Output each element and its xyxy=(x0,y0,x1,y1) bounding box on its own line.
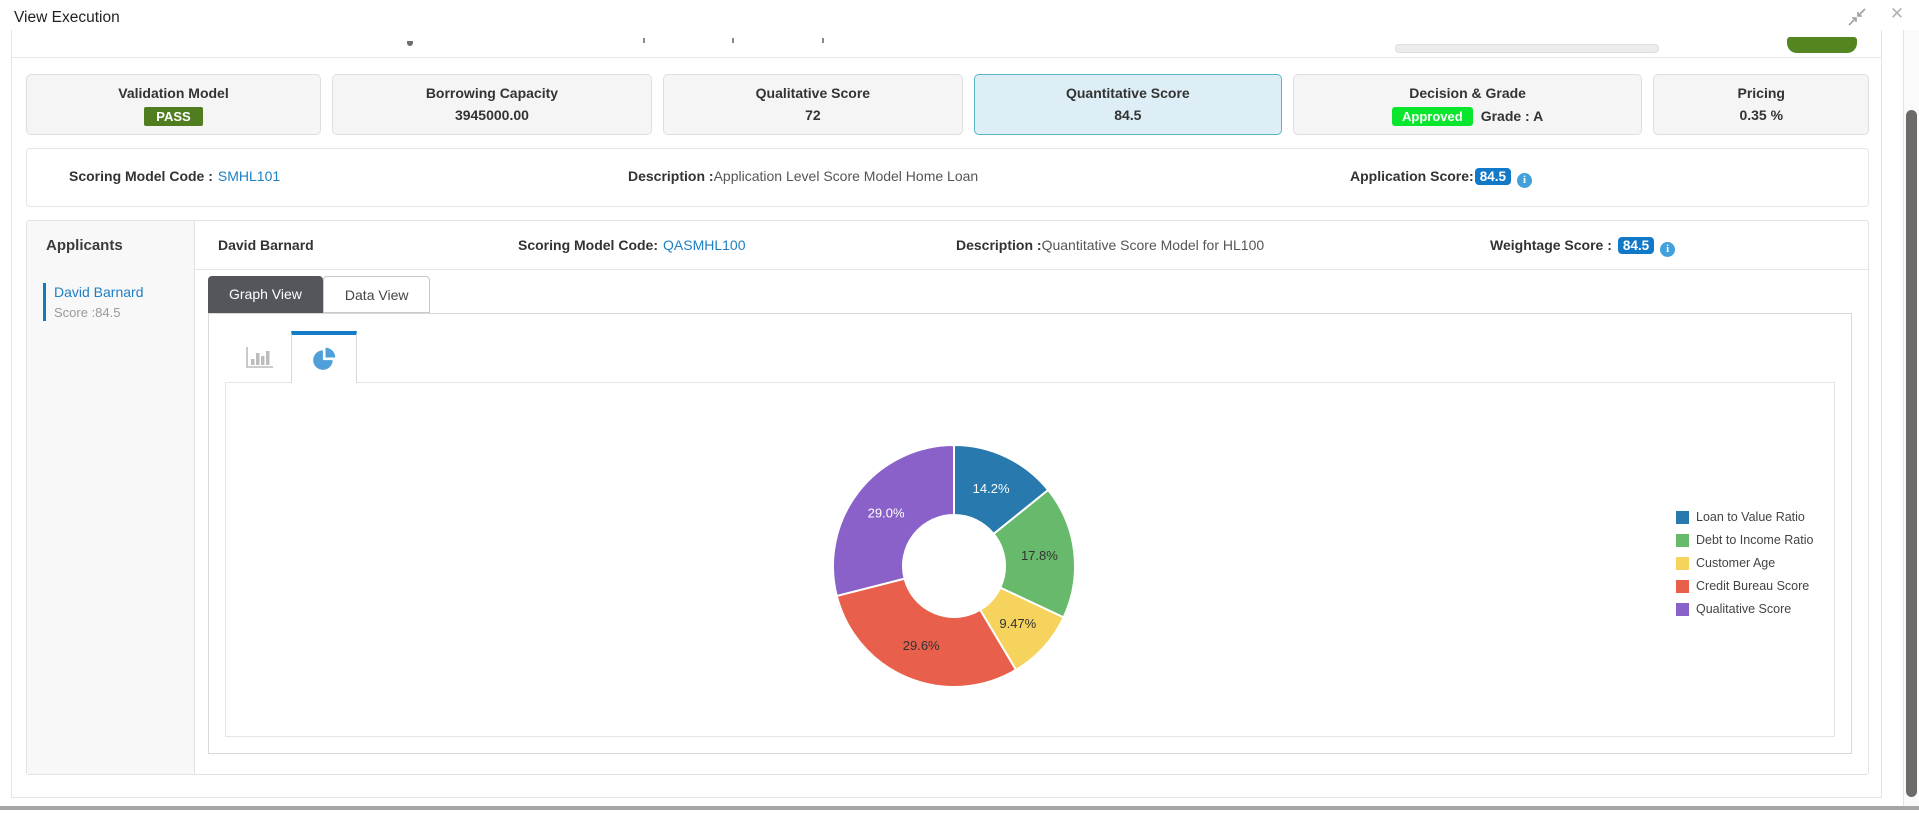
detail-scoring-model-code-group: Scoring Model Code: QASMHL100 xyxy=(518,237,745,253)
legend-label: Debt to Income Ratio xyxy=(1696,533,1814,547)
approved-status-badge: Approved xyxy=(1392,107,1473,126)
applicants-sidebar: Applicants David Barnard Score :84.5 xyxy=(27,221,195,774)
sidebar-item-applicant[interactable]: David Barnard Score :84.5 xyxy=(27,279,194,325)
clipped-input-bar xyxy=(1395,44,1659,53)
tab-graph-view[interactable]: Graph View xyxy=(208,276,323,313)
info-icon[interactable] xyxy=(1516,173,1532,188)
tab-pie-chart[interactable] xyxy=(291,331,357,383)
vertical-scrollbar-thumb[interactable] xyxy=(1906,110,1917,797)
summary-cards-row: Validation Model PASS Borrowing Capacity… xyxy=(26,74,1870,135)
donut-slice-4[interactable] xyxy=(835,577,1018,688)
card-pricing[interactable]: Pricing 0.35 % xyxy=(1653,74,1870,135)
chart-legend: Loan to Value Ratio Debt to Income Ratio C… xyxy=(1676,510,1813,625)
donut-slice-label: 14.2% xyxy=(973,481,1010,496)
card-label: Decision & Grade xyxy=(1409,85,1526,101)
scoring-model-code-link[interactable]: SMHL101 xyxy=(218,168,280,184)
detail-description-group: Description :Quantitative Score Model fo… xyxy=(956,237,1264,253)
clipped-text-fragment xyxy=(643,38,645,43)
card-label: Pricing xyxy=(1737,85,1785,101)
donut-chart: 14.2% 17.8% 9.47% 29.6% 29.0% xyxy=(814,426,1094,706)
vertical-scrollbar-track[interactable] xyxy=(1903,30,1919,806)
application-score-label: Application Score: xyxy=(1350,168,1474,184)
detail-scoring-model-code-link[interactable]: QASMHL100 xyxy=(663,237,745,253)
legend-item[interactable]: Credit Bureau Score xyxy=(1676,579,1813,593)
application-score-group: Application Score: 84.5 xyxy=(1350,168,1532,188)
clipped-text-fragment xyxy=(732,38,734,43)
card-validation-model[interactable]: Validation Model PASS xyxy=(26,74,322,135)
applicant-score: Score :84.5 xyxy=(54,305,121,320)
clipped-top-row xyxy=(12,30,1881,58)
legend-label: Customer Age xyxy=(1696,556,1776,570)
pass-status-badge: PASS xyxy=(144,107,203,126)
donut-slice-label: 17.8% xyxy=(1021,548,1058,563)
selected-indicator-bar xyxy=(43,283,46,321)
weightage-score-group: Weightage Score : 84.5 xyxy=(1490,237,1676,257)
application-score-summary: Scoring Model Code : SMHL101 Description … xyxy=(26,148,1869,207)
legend-swatch xyxy=(1676,533,1689,547)
description-value: Application Level Score Model Home Loan xyxy=(713,168,979,184)
description-label: Description : xyxy=(628,168,714,184)
card-label: Qualitative Score xyxy=(755,85,871,101)
application-score-badge: 84.5 xyxy=(1474,168,1511,185)
scoring-model-code-group: Scoring Model Code : SMHL101 xyxy=(69,168,280,184)
legend-swatch xyxy=(1676,510,1689,524)
description-group: Description :Application Level Score Mod… xyxy=(628,168,978,184)
info-icon[interactable] xyxy=(1660,242,1676,257)
detail-description-value: Quantitative Score Model for HL100 xyxy=(1041,237,1265,253)
collapse-icon[interactable] xyxy=(1846,6,1868,28)
applicant-detail-name: David Barnard xyxy=(218,237,314,253)
tab-data-view[interactable]: Data View xyxy=(322,276,431,313)
card-value: 0.35 % xyxy=(1739,107,1784,123)
legend-item[interactable]: Customer Age xyxy=(1676,556,1813,570)
legend-swatch xyxy=(1676,556,1689,570)
donut-slice-label: 9.47% xyxy=(999,616,1036,631)
legend-label: Credit Bureau Score xyxy=(1696,579,1810,593)
donut-slice-label: 29.0% xyxy=(868,506,905,521)
legend-item[interactable]: Debt to Income Ratio xyxy=(1676,533,1813,547)
applicant-detail-area: David Barnard Scoring Model Code: QASMHL1… xyxy=(195,221,1868,774)
applicant-detail-header: David Barnard Scoring Model Code: QASMHL1… xyxy=(195,221,1868,270)
window-title: View Execution xyxy=(14,9,120,26)
clipped-text-fragment xyxy=(822,38,824,43)
card-label: Quantitative Score xyxy=(1065,85,1190,101)
card-value: 72 xyxy=(805,107,821,123)
detail-description-label: Description : xyxy=(956,237,1042,253)
card-label: Validation Model xyxy=(118,85,229,101)
card-qualitative-score[interactable]: Qualitative Score 72 xyxy=(662,74,963,135)
donut-slice-label: 29.6% xyxy=(903,638,940,653)
bar-chart-icon xyxy=(246,347,273,368)
card-value: 84.5 xyxy=(1114,107,1142,123)
legend-swatch xyxy=(1676,579,1689,593)
card-quantitative-score[interactable]: Quantitative Score 84.5 xyxy=(973,74,1282,135)
scoring-model-code-label: Scoring Model Code : xyxy=(69,168,213,184)
applicants-section: Applicants David Barnard Score :84.5 Dav… xyxy=(26,220,1869,775)
card-borrowing-capacity[interactable]: Borrowing Capacity 3945000.00 xyxy=(332,74,652,135)
clipped-green-button[interactable] xyxy=(1787,37,1857,53)
card-decision-grade[interactable]: Decision & Grade Approved Grade : A xyxy=(1292,74,1643,135)
weightage-score-label: Weightage Score : xyxy=(1490,237,1612,253)
legend-swatch xyxy=(1676,602,1689,616)
weightage-score-badge: 84.5 xyxy=(1617,237,1655,254)
legend-label: Loan to Value Ratio xyxy=(1696,510,1805,524)
view-tabs: Graph View Data View xyxy=(208,276,431,313)
card-value: 3945000.00 xyxy=(454,107,529,123)
window-bottom-edge xyxy=(0,806,1919,810)
chart-panel: 14.2% 17.8% 9.47% 29.6% 29.0% Loan to Value … xyxy=(225,382,1835,737)
detail-scoring-model-code-label: Scoring Model Code: xyxy=(518,237,658,253)
legend-label: Qualitative Score xyxy=(1696,602,1792,616)
legend-item[interactable]: Qualitative Score xyxy=(1676,602,1813,616)
applicant-name: David Barnard xyxy=(54,284,144,300)
card-label: Borrowing Capacity xyxy=(425,85,559,101)
applicants-heading: Applicants xyxy=(46,237,123,254)
legend-item[interactable]: Loan to Value Ratio xyxy=(1676,510,1813,524)
graph-view-panel: 14.2% 17.8% 9.47% 29.6% 29.0% Loan to Value … xyxy=(208,313,1852,754)
tab-bar-chart[interactable] xyxy=(231,331,287,383)
clipped-text-fragment xyxy=(407,41,413,46)
pie-chart-icon xyxy=(313,347,336,370)
view-execution-dialog: Validation Model PASS Borrowing Capacity… xyxy=(11,30,1882,798)
close-icon[interactable] xyxy=(1886,3,1908,25)
grade-value: Grade : A xyxy=(1480,108,1544,124)
